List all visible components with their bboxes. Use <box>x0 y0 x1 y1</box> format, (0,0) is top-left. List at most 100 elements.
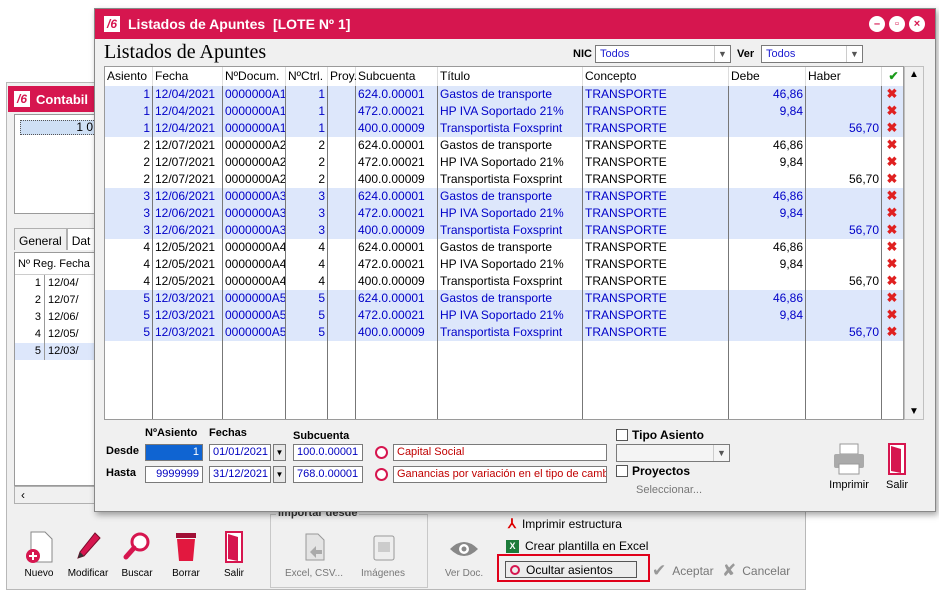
borrar-label: Borrar <box>172 568 200 579</box>
table-row[interactable]: 4 12/05/2021 0000000A4 4 400.0.00009 Transpor… <box>105 273 903 290</box>
borrar-button[interactable]: Borrar <box>160 528 212 579</box>
table-row[interactable]: 2 12/07/2021 0000000A2 2 400.0.00009 Transpor… <box>105 171 903 188</box>
table-row[interactable]: 3 12/06/2021 0000000A3 3 400.0.00009 Transpor… <box>105 222 903 239</box>
table-row[interactable]: 4 12/05/2021 0000000A4 4 624.0.00001 Gastos d… <box>105 239 903 256</box>
column-header-numero-documento[interactable]: NºDocum. <box>223 67 286 86</box>
hasta-fecha-dropdown-icon[interactable]: ▼ <box>273 466 286 483</box>
delete-row-icon[interactable]: ✖ <box>886 138 898 152</box>
tipo-asiento-select[interactable]: ▼ <box>616 444 730 462</box>
delete-row-icon[interactable]: ✖ <box>886 325 898 339</box>
column-header-asiento[interactable]: Asiento <box>105 67 153 86</box>
column-divider <box>437 86 438 419</box>
vertical-scrollbar[interactable]: ▲ ▼ <box>904 66 924 420</box>
hasta-asiento-input[interactable]: 9999999 <box>145 466 203 483</box>
chevron-down-icon[interactable]: ▼ <box>713 445 729 461</box>
table-row[interactable]: 3 12/06/2021 0000000A3 3 624.0.00001 Gastos d… <box>105 188 903 205</box>
seleccionar-link[interactable]: Seleccionar... <box>636 484 702 496</box>
reg-date: 12/07/ <box>48 294 79 306</box>
chevron-down-icon[interactable]: ▼ <box>846 46 862 62</box>
delete-row-icon[interactable]: ✖ <box>886 172 898 186</box>
ver-doc-button[interactable]: Ver Doc. <box>440 528 488 579</box>
delete-row-icon[interactable]: ✖ <box>886 308 898 322</box>
imprimir-button[interactable]: Imprimir <box>826 442 872 491</box>
search-subcuenta-hasta-icon[interactable] <box>375 468 388 481</box>
table-row[interactable]: 2 12/07/ <box>15 292 97 309</box>
tipo-asiento-checkbox[interactable] <box>616 429 628 441</box>
buscar-button[interactable]: Buscar <box>111 528 163 579</box>
cell-concepto: TRANSPORTE <box>583 307 729 324</box>
desde-asiento-input[interactable]: 1 <box>145 444 203 461</box>
chevron-down-icon[interactable]: ▼ <box>714 46 730 62</box>
table-row[interactable]: 4 12/05/2021 0000000A4 4 472.0.00021 HP IVA S… <box>105 256 903 273</box>
delete-row-icon[interactable]: ✖ <box>886 121 898 135</box>
nuevo-button[interactable]: Nuevo <box>13 528 65 579</box>
tab-general[interactable]: General <box>14 228 67 250</box>
column-header-concepto[interactable]: Concepto <box>583 67 729 86</box>
desde-fecha-dropdown-icon[interactable]: ▼ <box>273 444 286 461</box>
scroll-left-icon[interactable]: ‹ <box>21 488 25 502</box>
delete-row-icon[interactable]: ✖ <box>886 104 898 118</box>
delete-row-icon[interactable]: ✖ <box>886 189 898 203</box>
delete-row-icon[interactable]: ✖ <box>886 206 898 220</box>
maximize-icon[interactable]: ▫ <box>889 16 905 32</box>
crear-plantilla-link[interactable]: X Crear plantilla en Excel <box>506 539 648 553</box>
nic-select[interactable]: Todos ▼ <box>595 45 731 63</box>
table-row[interactable]: 1 12/04/ <box>15 275 97 292</box>
tab-datos[interactable]: Dat <box>66 228 96 250</box>
table-row[interactable]: 2 12/07/2021 0000000A2 2 624.0.00001 Gastos d… <box>105 137 903 154</box>
table-row[interactable]: 5 12/03/2021 0000000A5 5 400.0.00009 Transpor… <box>105 324 903 341</box>
column-header-debe[interactable]: Debe <box>729 67 806 86</box>
scroll-up-icon[interactable]: ▲ <box>905 69 923 80</box>
ocultar-asientos-button[interactable]: Ocultar asientos <box>505 561 637 578</box>
hasta-subcuenta-input[interactable]: 768.0.00001 <box>293 466 363 483</box>
search-icon <box>111 528 163 564</box>
excel-csv-button[interactable]: Excel, CSV... <box>284 528 344 579</box>
table-row[interactable]: 1 12/04/2021 0000000A1 1 624.0.00001 Gastos d… <box>105 86 903 103</box>
cell-subcuenta: 624.0.00001 <box>356 290 438 307</box>
delete-row-icon[interactable]: ✖ <box>886 155 898 169</box>
delete-row-icon[interactable]: ✖ <box>886 240 898 254</box>
table-row[interactable]: 1 12/04/2021 0000000A1 1 400.0.00009 Transpor… <box>105 120 903 137</box>
reg-date: 12/06/ <box>48 311 79 323</box>
horizontal-scrollbar[interactable]: ‹ <box>14 486 98 504</box>
column-header-titulo[interactable]: Título <box>438 67 583 86</box>
table-row[interactable]: 4 12/05/ <box>15 326 97 343</box>
column-header-proyecto[interactable]: Proy. <box>328 67 357 86</box>
minimize-icon[interactable]: – <box>869 16 885 32</box>
desde-subcuenta-input[interactable]: 100.0.00001 <box>293 444 363 461</box>
column-header-numero-control[interactable]: NºCtrl. <box>286 67 328 86</box>
table-row[interactable]: 5 12/03/2021 0000000A5 5 472.0.00021 HP IVA S… <box>105 307 903 324</box>
cell-proyecto <box>328 239 356 256</box>
delete-row-icon[interactable]: ✖ <box>886 223 898 237</box>
scroll-down-icon[interactable]: ▼ <box>905 406 923 417</box>
table-row[interactable]: 3 12/06/2021 0000000A3 3 472.0.00021 HP IVA S… <box>105 205 903 222</box>
imagenes-button[interactable]: Imágenes <box>356 528 410 579</box>
ver-select[interactable]: Todos ▼ <box>761 45 863 63</box>
imprimir-estructura-link[interactable]: ⅄ Imprimir estructura <box>508 516 622 532</box>
salir-button[interactable]: Salir <box>208 528 260 579</box>
fechas-label: Fechas <box>209 427 247 439</box>
close-icon[interactable]: × <box>909 16 925 32</box>
column-header-fecha[interactable]: Fecha <box>153 67 223 86</box>
modificar-button[interactable]: Modificar <box>62 528 114 579</box>
proyectos-checkbox[interactable] <box>616 465 628 477</box>
salir-main-button[interactable]: Salir <box>878 442 916 491</box>
background-list-selected-item[interactable]: 1 0 <box>20 120 98 135</box>
table-row[interactable]: 2 12/07/2021 0000000A2 2 472.0.00021 HP IVA S… <box>105 154 903 171</box>
desde-fecha-input[interactable]: 01/01/2021 <box>209 444 271 461</box>
table-row[interactable]: 5 12/03/2021 0000000A5 5 624.0.00001 Gastos d… <box>105 290 903 307</box>
delete-row-icon[interactable]: ✖ <box>886 291 898 305</box>
delete-row-icon[interactable]: ✖ <box>886 87 898 101</box>
column-header-haber[interactable]: Haber <box>806 67 882 86</box>
delete-row-icon[interactable]: ✖ <box>886 274 898 288</box>
delete-row-icon[interactable]: ✖ <box>886 257 898 271</box>
table-row[interactable]: 5 12/03/ <box>15 343 97 360</box>
ver-select-value: Todos <box>766 48 796 60</box>
hasta-fecha-input[interactable]: 31/12/2021 <box>209 466 271 483</box>
cancelar-button[interactable]: ✘ Cancelar <box>722 561 790 581</box>
column-header-subcuenta[interactable]: Subcuenta <box>356 67 438 86</box>
search-subcuenta-desde-icon[interactable] <box>375 446 388 459</box>
table-row[interactable]: 1 12/04/2021 0000000A1 1 472.0.00021 HP IVA S… <box>105 103 903 120</box>
table-row[interactable]: 3 12/06/ <box>15 309 97 326</box>
aceptar-button[interactable]: ✔ Aceptar <box>652 561 714 581</box>
